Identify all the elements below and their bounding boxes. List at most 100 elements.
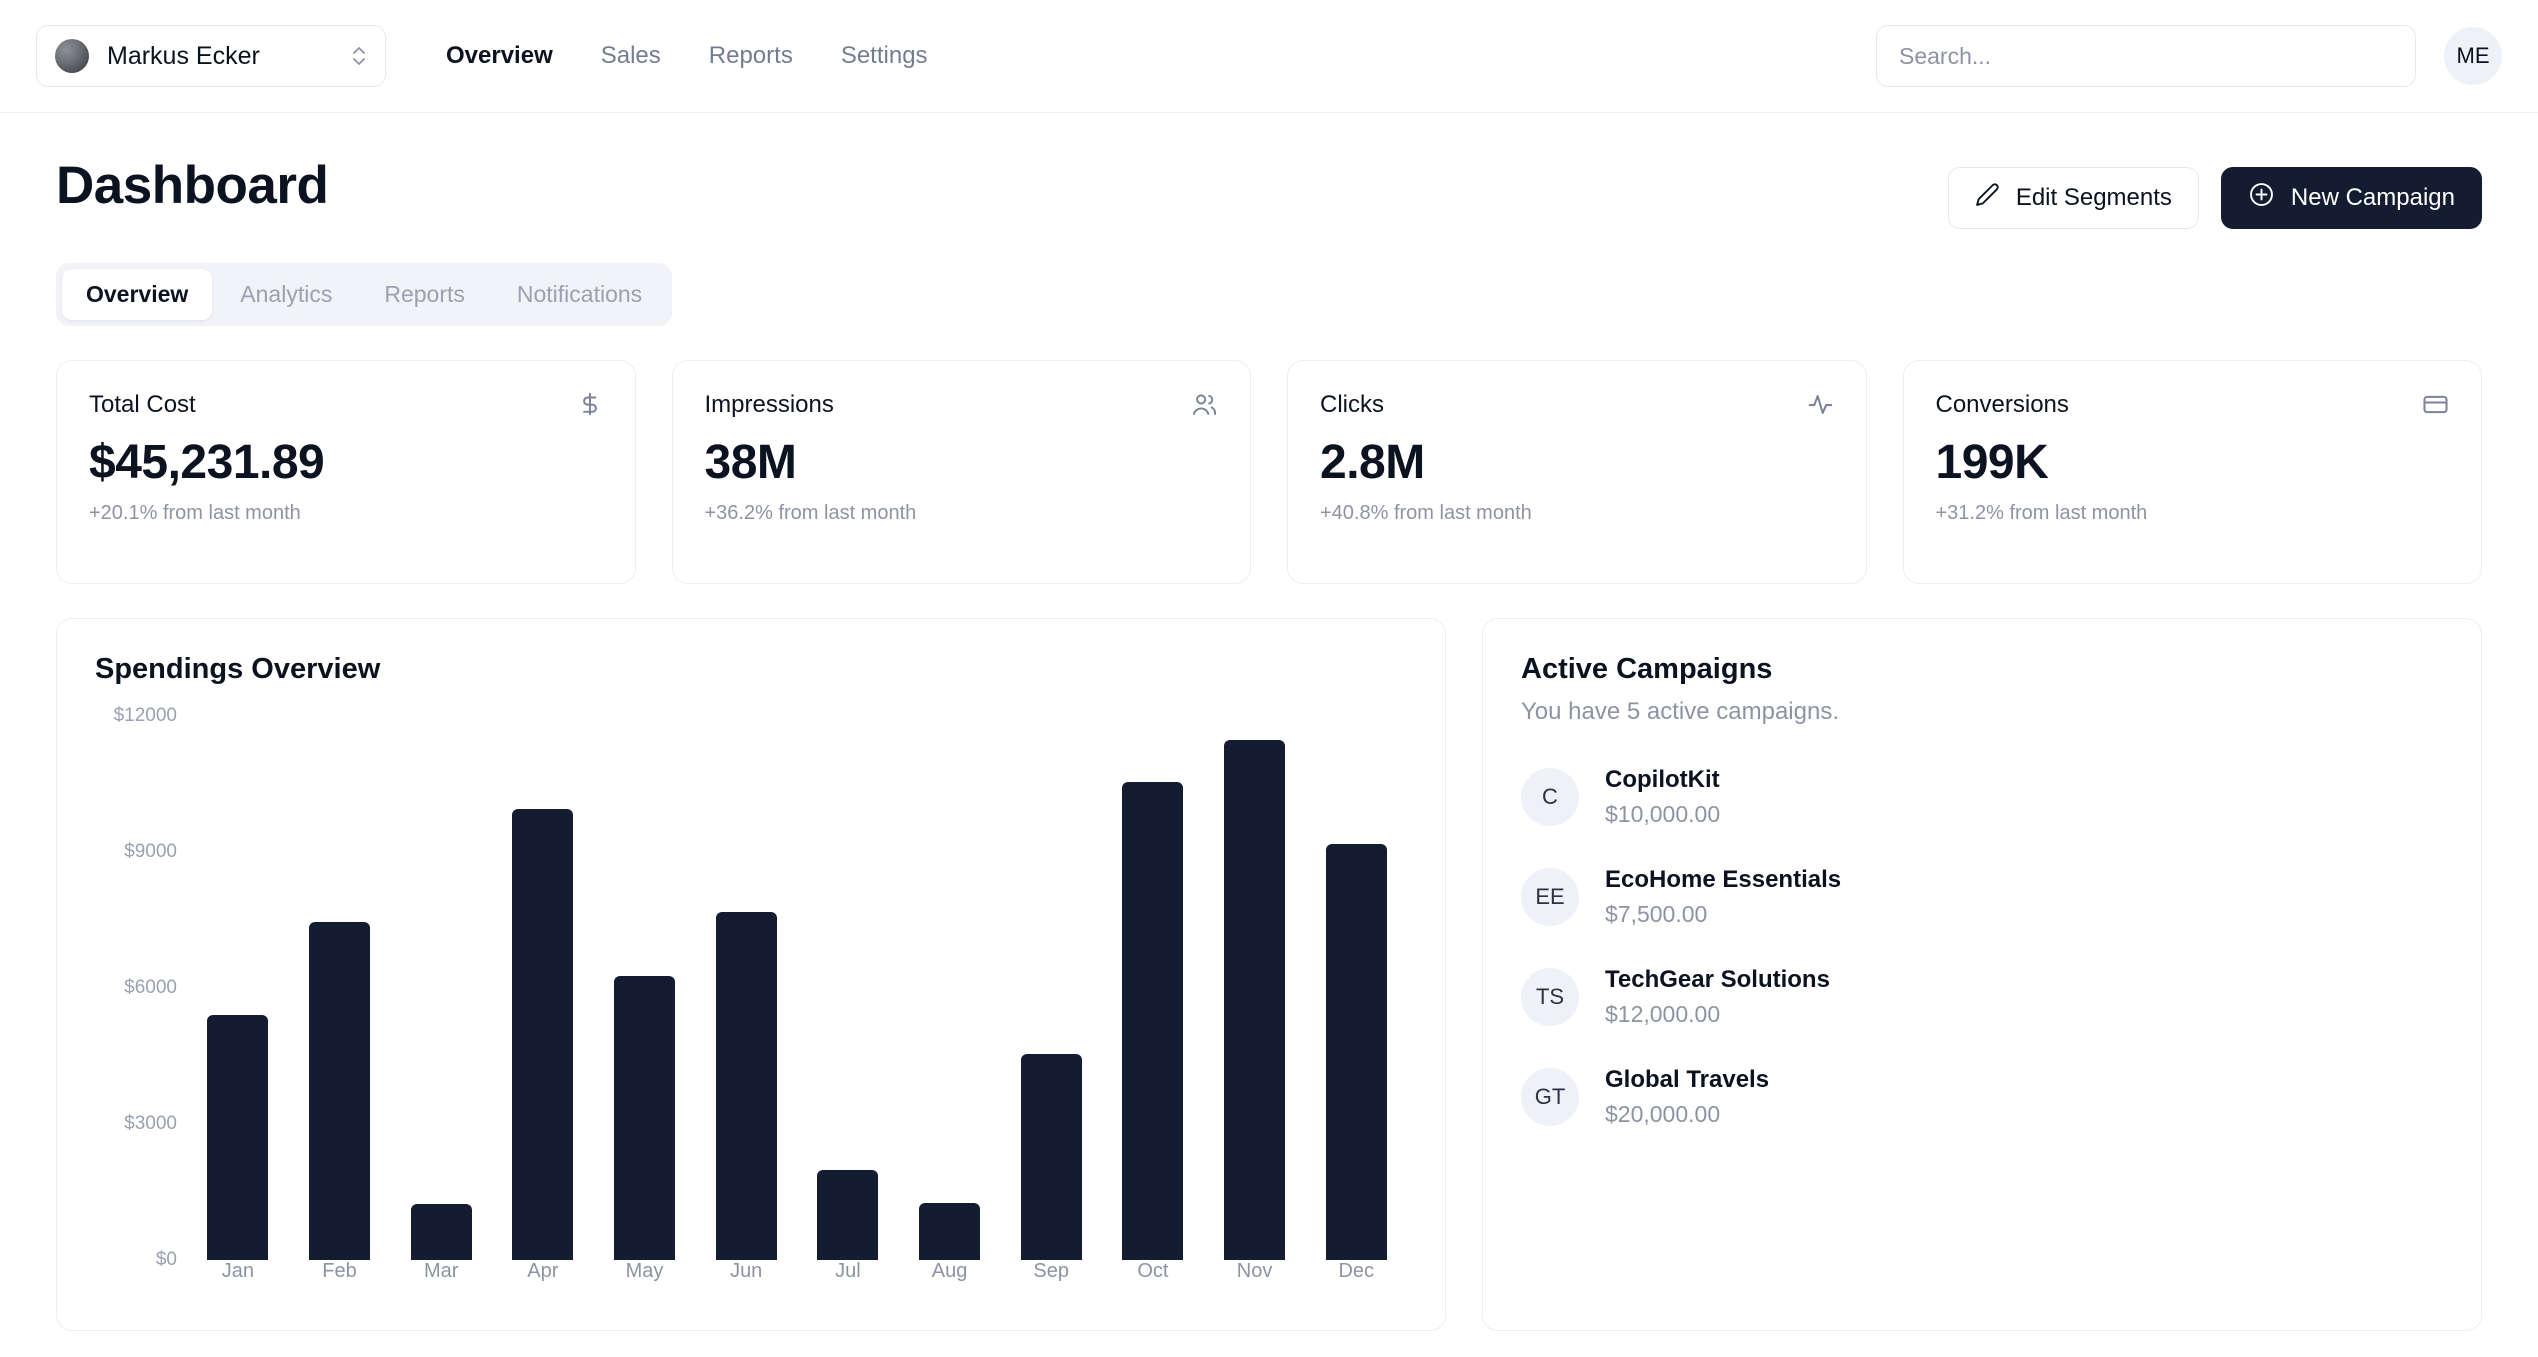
campaign-text-group: TechGear Solutions $12,000.00	[1605, 966, 1830, 1028]
kpi-delta: +31.2% from last month	[1935, 502, 2148, 524]
users-icon	[1191, 391, 1218, 418]
chart-bar[interactable]	[1122, 781, 1184, 1260]
chart-bar-slot	[1305, 716, 1407, 1260]
org-name-label: Markus Ecker	[107, 41, 260, 70]
chart-bar[interactable]	[919, 1203, 981, 1260]
chart-x-tick: May	[625, 1260, 664, 1282]
campaign-text-group: EcoHome Essentials $7,500.00	[1605, 866, 1841, 928]
campaign-text-group: CopilotKit $10,000.00	[1605, 766, 1720, 828]
top-navigation-bar: Markus Ecker Overview Sales Reports Sett…	[0, 0, 2538, 113]
chart-bar-slot	[1000, 716, 1102, 1260]
chart-y-tick: $9000	[124, 841, 177, 862]
kpi-delta: +36.2% from last month	[704, 502, 917, 524]
nav-item-settings[interactable]: Settings	[841, 42, 928, 70]
org-switcher[interactable]: Markus Ecker	[36, 25, 386, 87]
kpi-delta: +40.8% from last month	[1320, 502, 1532, 524]
chart-plot-area: Jan Feb Mar Apr May Jun Jul Aug Sep Oct Nov Dec	[187, 716, 1407, 1296]
chart-y-tick: $6000	[124, 977, 177, 998]
chart-x-tick: Oct	[1137, 1260, 1169, 1282]
credit-card-icon	[2422, 391, 2449, 418]
page-content: Dashboard Edit Segments New Campaign Ove…	[0, 113, 2538, 1331]
kpi-value: 2.8M	[1320, 436, 1425, 489]
dashboard-tabs: Overview Analytics Reports Notifications	[56, 263, 673, 326]
chart-bar[interactable]	[817, 1169, 879, 1260]
chart-bar[interactable]	[1224, 740, 1286, 1260]
campaign-list-item[interactable]: TS TechGear Solutions $12,000.00	[1521, 966, 2443, 1028]
nav-item-overview[interactable]: Overview	[446, 42, 553, 70]
chart-bar[interactable]	[614, 975, 676, 1260]
kpi-value: 199K	[1935, 436, 2049, 489]
tab-analytics[interactable]: Analytics	[216, 269, 356, 320]
edit-segments-button[interactable]: Edit Segments	[1947, 167, 2199, 229]
campaign-name: Global Travels	[1605, 1066, 1770, 1093]
kpi-delta: +20.1% from last month	[89, 502, 301, 524]
campaign-list: C CopilotKit $10,000.00 EE EcoHome Essential…	[1521, 766, 2443, 1128]
tab-overview[interactable]: Overview	[62, 269, 213, 320]
campaign-list-item[interactable]: C CopilotKit $10,000.00	[1521, 766, 2443, 828]
active-campaigns-panel: Active Campaigns You have 5 active campa…	[1482, 618, 2482, 1331]
chart-y-tick: $3000	[124, 1113, 177, 1134]
nav-item-sales[interactable]: Sales	[601, 42, 661, 70]
chart-bar[interactable]	[309, 922, 370, 1260]
chart-x-tick: Jul	[835, 1260, 861, 1282]
campaign-avatar: EE	[1521, 868, 1579, 926]
user-avatar[interactable]: ME	[2444, 27, 2502, 85]
kpi-label: Total Cost	[89, 391, 196, 418]
campaign-amount: $12,000.00	[1605, 1001, 1721, 1027]
campaign-avatar: GT	[1521, 1068, 1579, 1126]
chart-bar[interactable]	[1325, 844, 1387, 1260]
chart-bar[interactable]	[1020, 1054, 1082, 1260]
tab-notifications[interactable]: Notifications	[493, 269, 666, 320]
chart-bar[interactable]	[207, 1015, 269, 1260]
chart-y-axis: $0 $3000 $6000 $9000 $12000	[95, 705, 187, 1296]
dollar-icon	[577, 391, 603, 417]
chart-x-tick: Sep	[1033, 1260, 1069, 1282]
kpi-label: Conversions	[1935, 391, 2069, 418]
chart-x-tick: Aug	[931, 1260, 968, 1282]
spendings-title: Spendings Overview	[95, 653, 381, 685]
campaign-list-item[interactable]: EE EcoHome Essentials $7,500.00	[1521, 866, 2443, 928]
chart-bar-slot	[594, 716, 696, 1260]
chart-y-tick: $12000	[113, 705, 177, 726]
chart-bar-slot	[1204, 716, 1306, 1260]
spendings-bar-chart: $0 $3000 $6000 $9000 $12000 Jan Feb Mar Apr May J…	[95, 705, 1407, 1296]
new-campaign-label: New Campaign	[2290, 184, 2455, 211]
chart-x-tick: Mar	[423, 1260, 459, 1282]
chart-bar-slot	[1102, 716, 1204, 1260]
chart-bar-slot	[492, 716, 594, 1260]
chart-x-tick: Jan	[221, 1260, 254, 1282]
chart-bar[interactable]	[512, 808, 574, 1260]
kpi-card-clicks: Clicks 2.8M +40.8% from last month	[1287, 360, 1867, 584]
edit-segments-label: Edit Segments	[2015, 184, 2172, 211]
campaigns-title: Active Campaigns	[1521, 653, 1773, 685]
pencil-icon	[1975, 182, 2000, 214]
campaign-text-group: Global Travels $20,000.00	[1605, 1066, 1769, 1128]
activity-icon	[1807, 391, 1834, 418]
chart-bar-slot	[390, 716, 492, 1260]
new-campaign-button[interactable]: New Campaign	[2220, 167, 2482, 229]
campaign-avatar: C	[1521, 768, 1579, 826]
campaign-amount: $20,000.00	[1605, 1101, 1721, 1127]
kpi-label: Clicks	[1320, 391, 1384, 418]
kpi-value: 38M	[704, 436, 797, 489]
tab-reports[interactable]: Reports	[360, 269, 489, 320]
lower-panels: Spendings Overview $0 $3000 $6000 $9000 $120…	[56, 618, 2482, 1331]
campaigns-subtitle: You have 5 active campaigns.	[1521, 698, 1839, 725]
chart-bar[interactable]	[715, 911, 777, 1260]
chevron-up-down-icon	[351, 43, 367, 69]
kpi-card-impressions: Impressions 38M +36.2% from last month	[671, 360, 1251, 584]
kpi-card-row: Total Cost $45,231.89 +20.1% from last m…	[56, 360, 2482, 584]
chart-bar-slot	[187, 716, 289, 1260]
plus-circle-icon	[2248, 181, 2275, 215]
chart-bar-slot	[797, 716, 899, 1260]
kpi-label: Impressions	[704, 391, 834, 418]
nav-item-reports[interactable]: Reports	[709, 42, 793, 70]
campaign-list-item[interactable]: GT Global Travels $20,000.00	[1521, 1066, 2443, 1128]
page-header: Dashboard Edit Segments New Campaign	[56, 113, 2482, 229]
chart-x-tick: Feb	[322, 1260, 357, 1282]
chart-bar-slot	[695, 716, 797, 1260]
chart-x-tick: Apr	[527, 1260, 559, 1282]
chart-bar[interactable]	[410, 1204, 472, 1260]
campaign-name: TechGear Solutions	[1605, 966, 1830, 993]
search-input[interactable]	[1876, 25, 2416, 87]
